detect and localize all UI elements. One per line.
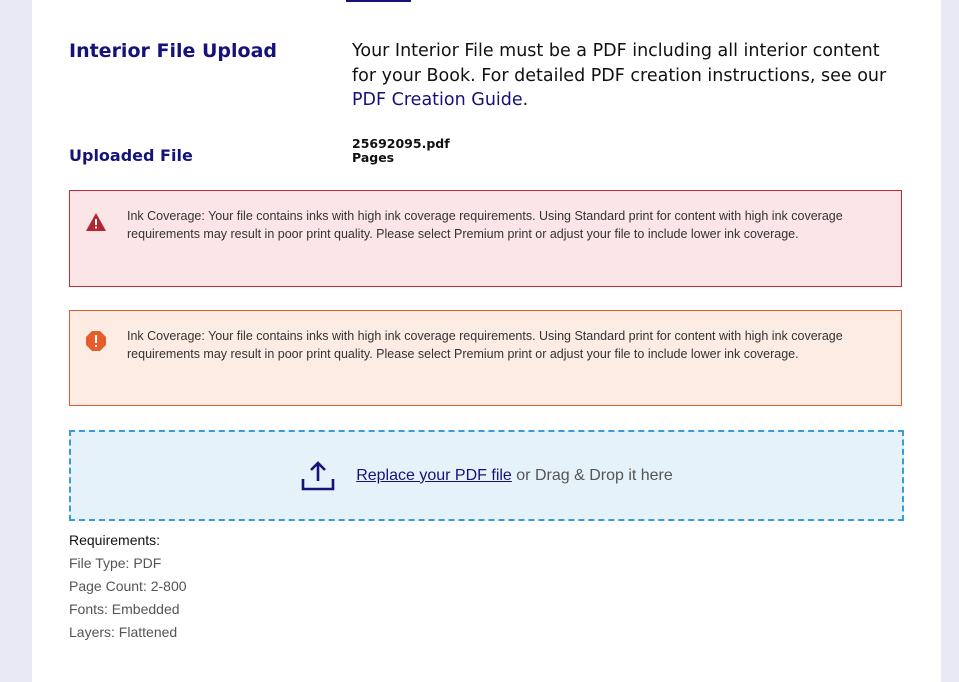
interior-file-description-text: Your Interior File must be a PDF includi… xyxy=(352,41,887,86)
ink-coverage-warning-alert: Ink Coverage: Your file contains inks wi… xyxy=(69,310,902,406)
interior-file-description: Your Interior File must be a PDF includi… xyxy=(352,39,892,113)
ink-coverage-error-alert: Ink Coverage: Your file contains inks wi… xyxy=(69,190,902,287)
uploaded-file-pages: Pages xyxy=(352,150,395,165)
dropzone-text: Replace your PDF file or Drag & Drop it … xyxy=(356,467,673,485)
uploaded-file-name: 25692095.pdf xyxy=(352,136,450,151)
dropzone-suffix: or Drag & Drop it here xyxy=(511,466,673,484)
pdf-creation-guide-link[interactable]: PDF Creation Guide xyxy=(352,90,523,110)
requirement-layers: Layers: Flattened xyxy=(69,624,178,640)
interior-file-description-suffix: . xyxy=(522,90,529,110)
active-tab-indicator xyxy=(346,0,411,2)
requirements-title: Requirements: xyxy=(69,532,161,548)
uploaded-file-heading: Uploaded File xyxy=(69,146,193,165)
replace-pdf-link[interactable]: Replace your PDF file xyxy=(356,467,512,484)
requirement-file-type: File Type: PDF xyxy=(69,555,162,571)
ink-coverage-error-text: Ink Coverage: Your file contains inks wi… xyxy=(127,209,843,241)
requirements-list: Requirements: File Type: PDF Page Count:… xyxy=(69,529,187,644)
ink-coverage-warning-text: Ink Coverage: Your file contains inks wi… xyxy=(127,329,843,361)
content-panel: Interior File Upload Your Interior File … xyxy=(32,0,941,682)
requirement-page-count: Page Count: 2-800 xyxy=(69,578,187,594)
exclamation-octagon-icon xyxy=(86,331,106,351)
requirement-fonts: Fonts: Embedded xyxy=(69,601,180,617)
uploaded-file-info: 25692095.pdf Pages xyxy=(352,137,450,165)
pdf-dropzone[interactable]: Replace your PDF file or Drag & Drop it … xyxy=(69,430,904,521)
upload-icon xyxy=(301,460,335,490)
warning-triangle-icon xyxy=(86,213,106,231)
interior-file-heading: Interior File Upload xyxy=(69,40,278,62)
